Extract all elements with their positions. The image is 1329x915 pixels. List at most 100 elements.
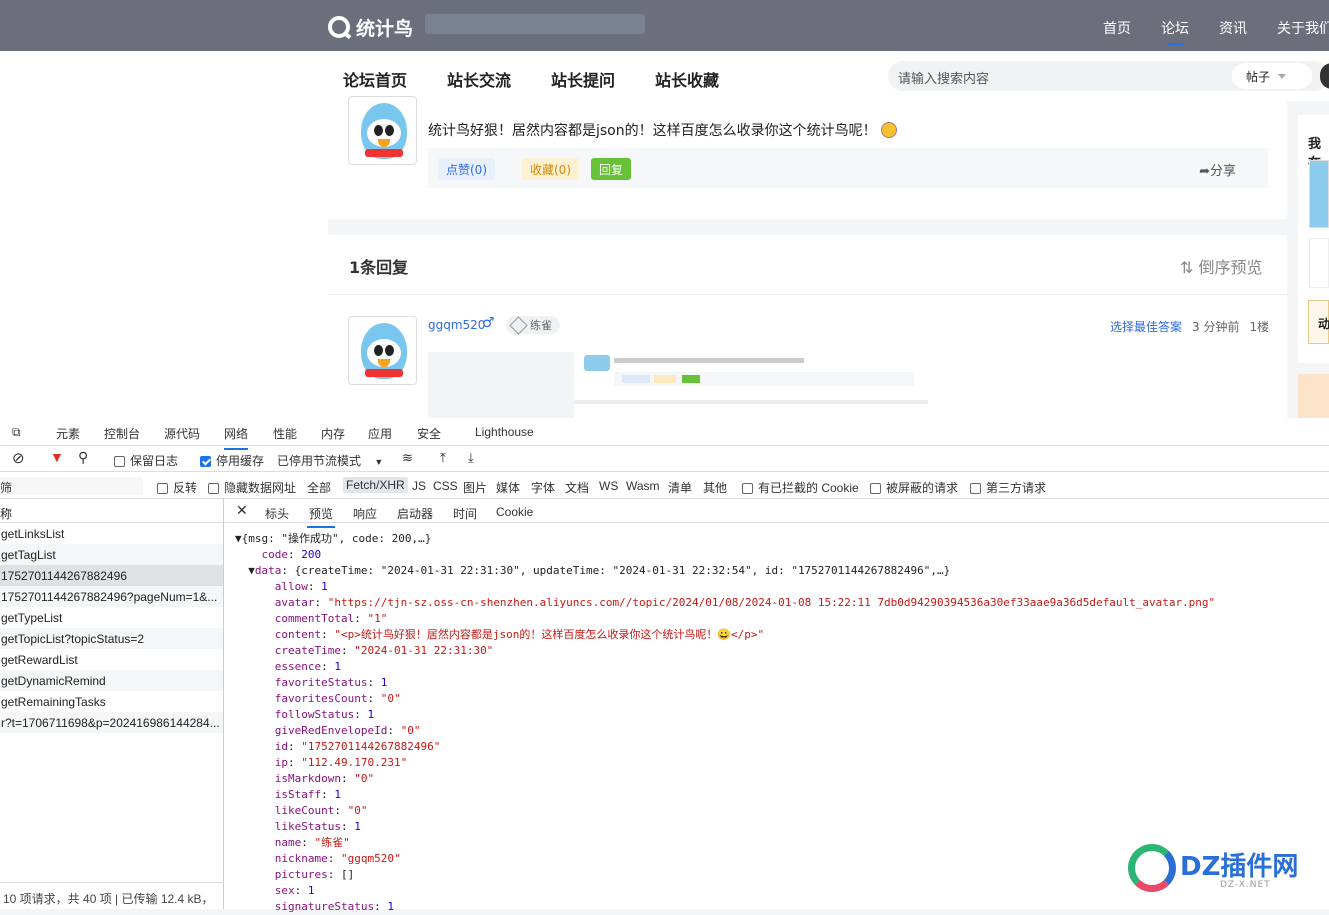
- throttle-select[interactable]: 已停用节流模式 ▼: [277, 452, 383, 469]
- request-row[interactable]: getTypeList: [0, 607, 223, 628]
- json-preview[interactable]: ▼{msg: "操作成功", code: 200,…} code: 200 ▼d…: [235, 531, 1215, 915]
- tab-cookies[interactable]: Cookie: [496, 505, 533, 519]
- disable-cache-checkbox[interactable]: 停用缓存: [200, 452, 264, 469]
- request-row[interactable]: r?t=1706711698&p=202416986144284...: [0, 712, 223, 733]
- json-line[interactable]: code: 200: [235, 547, 1215, 563]
- json-line[interactable]: followStatus: 1: [235, 707, 1215, 723]
- reply-button[interactable]: 回复: [591, 158, 632, 180]
- request-row[interactable]: getLinksList: [0, 523, 223, 544]
- tab-application[interactable]: 应用: [368, 425, 392, 442]
- request-row-selected[interactable]: 1752701144267882496: [0, 565, 223, 586]
- preserve-log-checkbox[interactable]: 保留日志: [114, 452, 178, 469]
- json-line[interactable]: favoriteStatus: 1: [235, 675, 1215, 691]
- reply-avatar[interactable]: [348, 316, 417, 385]
- nav-home[interactable]: 首页: [1103, 18, 1131, 38]
- request-row[interactable]: getRemainingTasks: [0, 691, 223, 712]
- tab-sources[interactable]: 源代码: [164, 425, 200, 442]
- reply-username[interactable]: ggqm520: [428, 318, 485, 332]
- filter-doc[interactable]: 文档: [565, 479, 589, 496]
- json-line[interactable]: ip: "112.49.170.231": [235, 755, 1215, 771]
- reply-screenshot-image[interactable]: [428, 352, 928, 418]
- like-button[interactable]: 点赞(0): [438, 158, 495, 180]
- import-icon[interactable]: ⤒: [440, 450, 446, 466]
- filter-all[interactable]: 全部: [307, 479, 331, 496]
- tab-network[interactable]: 网络: [224, 425, 249, 450]
- request-row[interactable]: 1752701144267882496?pageNum=1&...: [0, 586, 223, 607]
- tab-lighthouse[interactable]: Lighthouse: [475, 425, 534, 439]
- site-logo[interactable]: 统计鸟: [328, 14, 413, 40]
- tab-timing[interactable]: 时间: [453, 505, 477, 522]
- filter-css[interactable]: CSS: [433, 479, 458, 493]
- right-avatar[interactable]: [1309, 160, 1329, 228]
- request-row[interactable]: getTopicList?topicStatus=2: [0, 628, 223, 649]
- nav-forum[interactable]: 论坛: [1161, 18, 1189, 45]
- nav-news[interactable]: 资讯: [1219, 18, 1247, 38]
- filter-icon[interactable]: ▼: [50, 449, 64, 465]
- request-row[interactable]: getTagList: [0, 544, 223, 565]
- wifi-icon[interactable]: ≋: [402, 450, 413, 466]
- json-line[interactable]: favoritesCount: "0": [235, 691, 1215, 707]
- json-line[interactable]: essence: 1: [235, 659, 1215, 675]
- json-line[interactable]: sex: 1: [235, 883, 1215, 899]
- filter-ws[interactable]: WS: [599, 479, 618, 493]
- right-dynamic-button[interactable]: 动: [1308, 300, 1329, 344]
- tab-initiator[interactable]: 启动器: [397, 505, 433, 522]
- tab-performance[interactable]: 性能: [273, 425, 297, 442]
- device-toggle-icon[interactable]: ⧉: [12, 425, 21, 440]
- search-bar[interactable]: 请输入搜索内容 帖子: [888, 61, 1329, 91]
- json-line[interactable]: commentTotal: "1": [235, 611, 1215, 627]
- json-line[interactable]: pictures: []: [235, 867, 1215, 883]
- tab-security[interactable]: 安全: [417, 425, 441, 442]
- filter-font[interactable]: 字体: [531, 479, 555, 496]
- json-line[interactable]: signatureStatus: 1: [235, 899, 1215, 915]
- search-input[interactable]: 请输入搜索内容: [898, 68, 989, 87]
- json-line[interactable]: isStaff: 1: [235, 787, 1215, 803]
- json-line[interactable]: isMarkdown: "0": [235, 771, 1215, 787]
- third-party-checkbox[interactable]: 第三方请求: [970, 479, 1046, 496]
- tab-response[interactable]: 响应: [353, 505, 377, 522]
- json-line[interactable]: likeCount: "0": [235, 803, 1215, 819]
- json-line[interactable]: name: "练雀": [235, 835, 1215, 851]
- post-avatar[interactable]: [348, 96, 417, 165]
- export-icon[interactable]: ⤓: [468, 450, 474, 466]
- filter-media[interactable]: 媒体: [496, 479, 520, 496]
- subnav-forum-home[interactable]: 论坛首页: [343, 67, 407, 91]
- right-promo[interactable]: [1298, 374, 1329, 418]
- tab-headers[interactable]: 标头: [265, 505, 289, 522]
- request-row[interactable]: getDynamicRemind: [0, 670, 223, 691]
- nav-about[interactable]: 关于我们: [1277, 18, 1329, 38]
- close-icon[interactable]: ✕: [236, 502, 248, 519]
- subnav-webmaster-favorites[interactable]: 站长收藏: [655, 67, 719, 91]
- json-line[interactable]: createTime: "2024-01-31 22:31:30": [235, 643, 1215, 659]
- best-answer-link[interactable]: 选择最佳答案: [1110, 318, 1182, 335]
- json-line[interactable]: content: "<p>统计鸟好狠！居然内容都是json的！这样百度怎么收录你…: [235, 627, 1215, 643]
- json-line[interactable]: nickname: "ggqm520": [235, 851, 1215, 867]
- json-line[interactable]: ▼data: {createTime: "2024-01-31 22:31:30…: [235, 563, 1215, 579]
- json-line[interactable]: avatar: "https://tjn-sz.oss-cn-shenzhen.…: [235, 595, 1215, 611]
- sort-toggle[interactable]: ⇅ 倒序预览: [1180, 254, 1263, 278]
- invert-checkbox[interactable]: 反转: [157, 479, 197, 496]
- search-button[interactable]: [1320, 63, 1329, 89]
- filter-js[interactable]: JS: [412, 479, 426, 493]
- json-line[interactable]: ▼{msg: "操作成功", code: 200,…}: [235, 531, 1215, 547]
- subnav-webmaster-talk[interactable]: 站长交流: [447, 67, 511, 91]
- search-type-select[interactable]: 帖子: [1232, 63, 1312, 89]
- tab-preview[interactable]: 预览: [306, 505, 336, 528]
- blocked-cookies-checkbox[interactable]: 有已拦截的 Cookie: [742, 479, 859, 496]
- filter-other[interactable]: 其他: [703, 479, 727, 496]
- json-line[interactable]: allow: 1: [235, 579, 1215, 595]
- filter-input[interactable]: 筛: [0, 477, 143, 495]
- tab-memory[interactable]: 内存: [321, 425, 345, 442]
- json-line[interactable]: giveRedEnvelopeId: "0": [235, 723, 1215, 739]
- filter-fetch-xhr[interactable]: Fetch/XHR: [343, 477, 408, 493]
- tab-console[interactable]: 控制台: [104, 425, 140, 442]
- json-line[interactable]: id: "1752701144267882496": [235, 739, 1215, 755]
- filter-manifest[interactable]: 清单: [668, 479, 692, 496]
- filter-wasm[interactable]: Wasm: [626, 479, 660, 493]
- filter-img[interactable]: 图片: [463, 479, 487, 496]
- request-row[interactable]: getRewardList: [0, 649, 223, 670]
- clear-icon[interactable]: ⊘: [12, 449, 25, 467]
- favorite-button[interactable]: 收藏(0): [522, 158, 579, 180]
- tab-elements[interactable]: 元素: [56, 425, 80, 442]
- blocked-requests-checkbox[interactable]: 被屏蔽的请求: [870, 479, 958, 496]
